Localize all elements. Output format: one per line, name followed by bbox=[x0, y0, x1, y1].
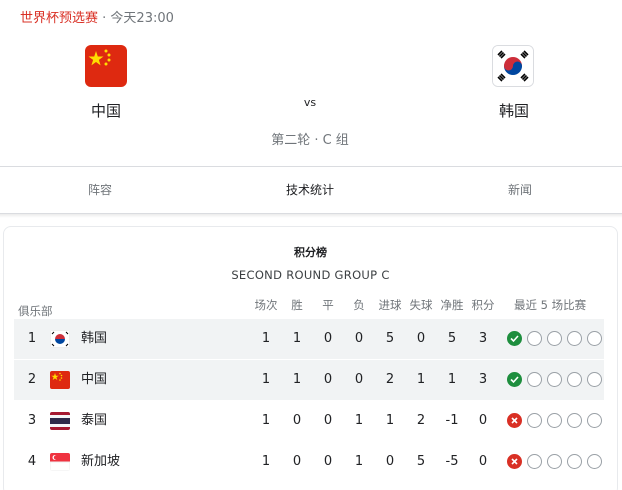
empty-result-icon bbox=[587, 331, 602, 346]
south-korea-flag-icon[interactable] bbox=[492, 45, 534, 87]
empty-result-icon bbox=[567, 372, 582, 387]
won-value: 0 bbox=[292, 454, 302, 469]
goals-for-value: 0 bbox=[385, 454, 395, 469]
win-check-icon[interactable] bbox=[507, 331, 522, 346]
won-value: 1 bbox=[292, 331, 302, 346]
empty-result-icon bbox=[547, 413, 562, 428]
team-name: 泰国 bbox=[81, 413, 108, 428]
divider-shadow bbox=[0, 214, 622, 218]
drawn-value: 0 bbox=[323, 413, 333, 428]
team-name: 中国 bbox=[81, 372, 108, 387]
empty-result-icon bbox=[567, 413, 582, 428]
goals-against-value: 1 bbox=[416, 372, 426, 387]
goals-for-column-header: 进球 bbox=[378, 298, 402, 312]
goals-against-column-header: 失球 bbox=[409, 298, 433, 312]
rank: 1 bbox=[27, 331, 37, 346]
loss-x-icon[interactable] bbox=[507, 454, 522, 469]
points-column-header: 积分 bbox=[471, 298, 495, 312]
meta-separator: · bbox=[98, 11, 111, 26]
drawn-value: 0 bbox=[323, 372, 333, 387]
empty-result-icon bbox=[587, 413, 602, 428]
played-value: 1 bbox=[261, 372, 271, 387]
round-label: 第二轮 · C 组 bbox=[271, 133, 349, 148]
match-time: 今天23:00 bbox=[110, 11, 174, 26]
loss-x-icon[interactable] bbox=[507, 413, 522, 428]
points-value: 0 bbox=[478, 454, 488, 469]
competition-link[interactable]: 世界杯预选赛 bbox=[20, 11, 98, 26]
lost-value: 1 bbox=[354, 413, 364, 428]
form-column-header: 最近 5 场比赛 bbox=[514, 298, 587, 312]
away-team-name[interactable]: 韩国 bbox=[474, 100, 554, 121]
empty-result-icon bbox=[567, 454, 582, 469]
points-value: 3 bbox=[478, 372, 488, 387]
empty-result-icon bbox=[547, 454, 562, 469]
home-team-name[interactable]: 中国 bbox=[66, 100, 146, 121]
standings-subtitle: SECOND ROUND GROUP C bbox=[231, 268, 390, 282]
drawn-column-header: 平 bbox=[322, 298, 334, 312]
rank: 4 bbox=[27, 454, 37, 469]
won-column-header: 胜 bbox=[291, 298, 303, 312]
standings-card: 积分榜 SECOND ROUND GROUP C 俱乐部 场次 胜 平 负 进球… bbox=[3, 226, 618, 490]
team-name: 新加坡 bbox=[81, 454, 121, 469]
points-value: 3 bbox=[478, 331, 488, 346]
china-flag-icon[interactable] bbox=[85, 45, 127, 87]
lost-column-header: 负 bbox=[353, 298, 365, 312]
points-value: 0 bbox=[478, 413, 488, 428]
match-header: 世界杯预选赛 · 今天23:00 中国 vs 第二轮 · C 组 韩国 bbox=[0, 0, 622, 166]
goals-for-value: 5 bbox=[385, 331, 395, 346]
empty-result-icon bbox=[527, 372, 542, 387]
goal-diff-column-header: 净胜 bbox=[440, 298, 464, 312]
lost-value: 0 bbox=[354, 372, 364, 387]
table-row[interactable]: 4 新加坡 1 0 0 1 0 5 -5 0 bbox=[14, 442, 604, 482]
vs-label: vs bbox=[303, 96, 317, 109]
china-flag-icon bbox=[50, 371, 70, 389]
goal-diff-value: 5 bbox=[447, 331, 457, 346]
played-value: 1 bbox=[261, 331, 271, 346]
goals-for-value: 1 bbox=[385, 413, 395, 428]
drawn-value: 0 bbox=[323, 454, 333, 469]
goals-against-value: 0 bbox=[416, 331, 426, 346]
tab-lineup[interactable]: 阵容 bbox=[40, 167, 160, 213]
played-value: 1 bbox=[261, 454, 271, 469]
goal-diff-value: -1 bbox=[445, 413, 459, 428]
empty-result-icon bbox=[547, 331, 562, 346]
rank: 2 bbox=[27, 372, 37, 387]
goal-diff-value: -5 bbox=[445, 454, 459, 469]
played-value: 1 bbox=[261, 413, 271, 428]
club-column-header: 俱乐部 bbox=[18, 304, 53, 318]
thailand-flag-icon bbox=[50, 412, 70, 430]
south-korea-flag-icon bbox=[50, 330, 70, 348]
table-row[interactable]: 3 泰国 1 0 0 1 1 2 -1 0 bbox=[14, 401, 604, 441]
tab-bar: 阵容 技术统计 新闻 bbox=[0, 166, 622, 214]
rank: 3 bbox=[27, 413, 37, 428]
table-row[interactable]: 1 韩国 1 1 0 0 5 0 5 3 bbox=[14, 319, 604, 359]
singapore-flag-icon bbox=[50, 453, 70, 471]
empty-result-icon bbox=[567, 331, 582, 346]
match-meta: 世界杯预选赛 · 今天23:00 bbox=[20, 7, 174, 26]
lost-value: 0 bbox=[354, 331, 364, 346]
goal-diff-value: 1 bbox=[447, 372, 457, 387]
goals-against-value: 5 bbox=[416, 454, 426, 469]
goals-against-value: 2 bbox=[416, 413, 426, 428]
tab-news[interactable]: 新闻 bbox=[460, 167, 580, 213]
lost-value: 1 bbox=[354, 454, 364, 469]
empty-result-icon bbox=[527, 331, 542, 346]
standings-title: 积分榜 bbox=[294, 246, 327, 259]
table-row[interactable]: 2 中国 1 1 0 0 2 1 1 3 bbox=[14, 360, 604, 400]
tab-stats[interactable]: 技术统计 bbox=[250, 167, 370, 213]
empty-result-icon bbox=[527, 413, 542, 428]
empty-result-icon bbox=[587, 454, 602, 469]
empty-result-icon bbox=[587, 372, 602, 387]
drawn-value: 0 bbox=[323, 331, 333, 346]
won-value: 0 bbox=[292, 413, 302, 428]
played-column-header: 场次 bbox=[254, 298, 278, 312]
win-check-icon[interactable] bbox=[507, 372, 522, 387]
goals-for-value: 2 bbox=[385, 372, 395, 387]
empty-result-icon bbox=[527, 454, 542, 469]
empty-result-icon bbox=[547, 372, 562, 387]
won-value: 1 bbox=[292, 372, 302, 387]
team-name: 韩国 bbox=[81, 331, 108, 346]
